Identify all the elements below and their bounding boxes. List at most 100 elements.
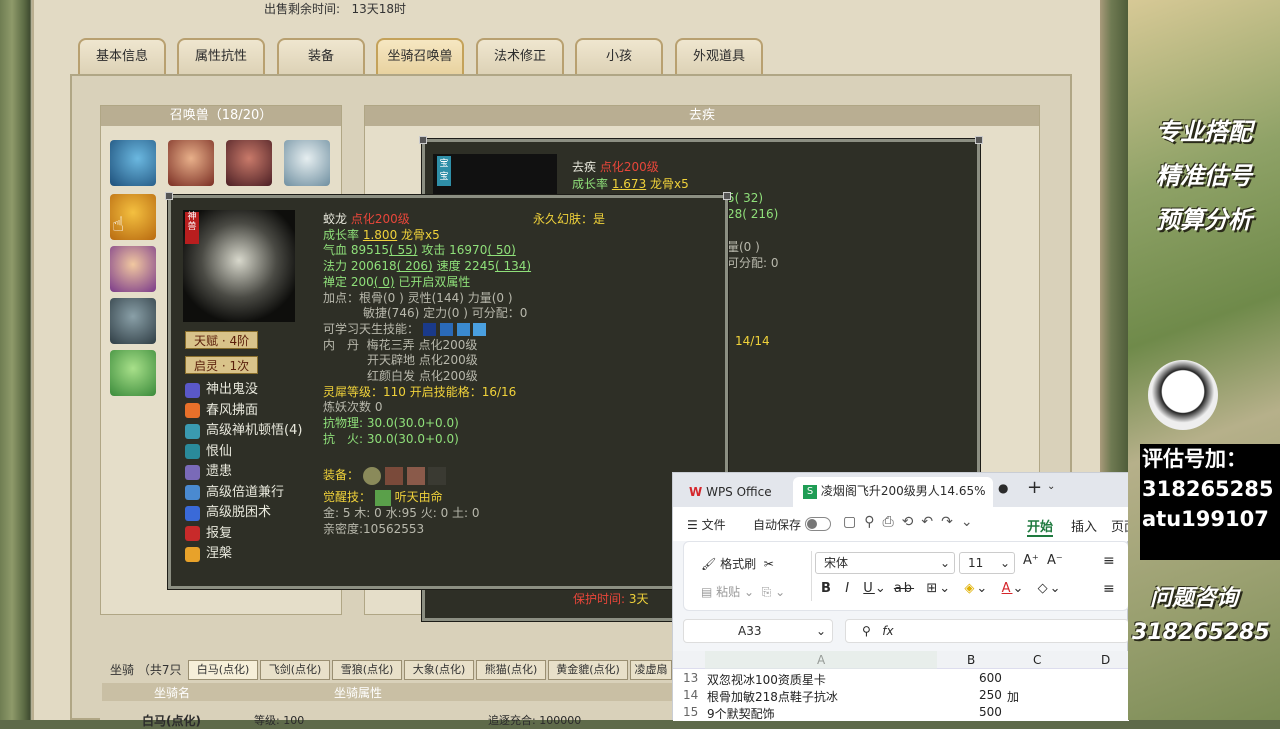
skill-item[interactable]: 恨仙 [185, 442, 325, 463]
equip-icon[interactable] [428, 466, 447, 485]
ribbon-tab-page[interactable]: 页面 [1111, 516, 1129, 535]
pet-skill-list: 神出鬼没 春风拂面 高级禅机顿悟(4) 恨仙 遗患 高级倍道兼行 高级脱困术 报… [185, 380, 325, 565]
mount-row-name: 白马(点化) [142, 714, 201, 728]
summon-avatar-2[interactable] [168, 140, 214, 186]
skill-item[interactable]: 神出鬼没 [185, 380, 325, 401]
new-tab-button[interactable]: + [1027, 477, 1042, 498]
tab-mounts-summons[interactable]: 坐骑召唤兽 [376, 38, 464, 74]
file-menu[interactable]: ☰ 文件 [687, 516, 726, 533]
tab-child[interactable]: 小孩 [575, 38, 663, 74]
mount-tab[interactable]: 白马(点化) [188, 660, 258, 680]
col-header[interactable]: C [1033, 653, 1041, 667]
mount-tab[interactable]: 凌虚扇 [630, 660, 672, 680]
skill-item[interactable]: 报复 [185, 524, 325, 545]
selected-pet-header: 去疾 [365, 106, 1039, 126]
skill-icon [185, 526, 200, 542]
format-painter-button[interactable]: 🖌 格式刷 ✂ [701, 555, 774, 572]
mounts-label: 坐骑 （共7只 [110, 663, 182, 677]
autosave-toggle[interactable] [805, 517, 831, 531]
tab-basic-info[interactable]: 基本信息 [78, 38, 166, 74]
mount-row-spirit: 追逐充合: 100000 [488, 714, 582, 727]
pet-stats: 蛟龙 点化200级 成长率 1.800 龙骨x5 气血 89515( 55) 攻… [323, 212, 532, 446]
skill-item[interactable]: 遗患 [185, 462, 325, 483]
quick-access-icons[interactable]: ▢⚲⎙⟲↶↷⌄ [843, 514, 981, 530]
skill-item[interactable]: 高级脱困术 [185, 503, 325, 524]
pet-portrait [183, 210, 295, 322]
summon-avatar-3[interactable] [226, 140, 272, 186]
mount-tab[interactable]: 飞剑(点化) [260, 660, 330, 680]
summon-avatar-4[interactable] [284, 140, 330, 186]
cell-a14[interactable]: 根骨加敏218点鞋子抗冰 [707, 688, 838, 705]
font-select[interactable]: 宋体 ⌄ [815, 552, 955, 574]
cell-a13[interactable]: 双忽视冰100资质星卡 [707, 671, 826, 688]
skill-item[interactable]: 高级倍道兼行 [185, 483, 325, 504]
ribbon-tab-home[interactable]: 开始 [1027, 516, 1054, 537]
summon-count-header: 召唤兽（18/20） [101, 106, 341, 126]
innate-skill-icon[interactable] [456, 322, 470, 336]
skill-item[interactable]: 高级禅机顿悟(4) [185, 421, 325, 442]
summon-avatar-6[interactable] [110, 246, 156, 292]
mount-tab[interactable]: 雪狼(点化) [332, 660, 402, 680]
innate-skill-icon[interactable] [422, 322, 436, 336]
elements: 金: 5 木: 0 水:95 火: 0 土: 0 [323, 506, 480, 520]
col-header[interactable]: D [1101, 653, 1110, 667]
cell-c14[interactable]: 加 [1007, 688, 1019, 705]
cell-b15[interactable]: 500 [979, 705, 1002, 719]
ad-line-1: 专业搭配 [1156, 118, 1252, 146]
equip-icon[interactable] [362, 466, 381, 485]
summon-avatar-8[interactable] [110, 350, 156, 396]
skill-icon [185, 423, 200, 439]
wps-home-tab[interactable]: W WPS Office [679, 479, 783, 505]
mount-row-level: 等级: 100 [254, 714, 305, 727]
tab-equipment[interactable]: 装备 [277, 38, 365, 74]
ad-line-2: 精准估号 [1156, 162, 1252, 190]
pet-badge: 神兽 [185, 212, 199, 244]
equip-icon[interactable] [384, 466, 403, 485]
equip-icon[interactable] [406, 466, 425, 485]
sale-time: 出售剩余时间: 13天18时 [264, 2, 407, 16]
consult-qq: 318265285 [1132, 620, 1270, 645]
mount-tab[interactable]: 熊猫(点化) [476, 660, 546, 680]
mount-tab[interactable]: 黄金貔(点化) [548, 660, 628, 680]
row-number[interactable]: 13 [683, 671, 698, 685]
ribbon-tab-insert[interactable]: 插入 [1071, 516, 1097, 535]
paste-button[interactable]: ▤ 粘贴 ⌄ ⎘ ⌄ [701, 583, 785, 600]
awaken-row: 觉醒技： 听天由命 [323, 489, 443, 506]
ad-panel [1128, 0, 1280, 720]
tab-appearance[interactable]: 外观道具 [675, 38, 763, 74]
panda-decoration [1148, 360, 1218, 430]
summon-avatar-7[interactable] [110, 298, 156, 344]
row-number[interactable]: 14 [683, 688, 698, 702]
tab-spell-mod[interactable]: 法术修正 [476, 38, 564, 74]
skill-icon [185, 464, 200, 480]
innate-skill-icon[interactable] [439, 322, 453, 336]
intimacy: 亲密度:10562553 [323, 522, 425, 536]
formula-bar[interactable]: ⚲ fx [845, 619, 1129, 643]
chevron-down-icon[interactable]: ⌄ [1047, 481, 1055, 492]
contact-box: 评估号加： 318265285 atu199107 [1140, 444, 1280, 560]
tab-attributes[interactable]: 属性抗性 [177, 38, 265, 74]
innate-skill-icon[interactable] [473, 322, 487, 336]
mount-col-attr: 坐骑属性 [334, 686, 383, 700]
cell-a15[interactable]: 9个默契配饰 [707, 705, 775, 722]
ad-line-3: 预算分析 [1156, 206, 1252, 234]
text-format-icons[interactable]: B I U⌄ ab ⊞⌄ ◈⌄ A⌄ ◇⌄ [821, 581, 1063, 596]
cell-b13[interactable]: 600 [979, 671, 1002, 685]
col-header[interactable]: B [967, 653, 975, 667]
wps-logo-icon: W [689, 485, 703, 499]
name-box[interactable]: A33 ⌄ [683, 619, 833, 643]
align-left-icon[interactable]: ≡ [1103, 581, 1115, 597]
cell-b14[interactable]: 250 [979, 688, 1002, 702]
skill-icon [185, 505, 200, 521]
summon-avatar-1[interactable] [110, 140, 156, 186]
row-number[interactable]: 15 [683, 705, 698, 719]
mount-tab[interactable]: 大象(点化) [404, 660, 474, 680]
consult-label: 问题咨询 [1150, 586, 1239, 611]
font-size-select[interactable]: 11 ⌄ [959, 552, 1015, 574]
align-icon[interactable]: ≡ [1103, 553, 1115, 569]
skill-item[interactable]: 涅槃 [185, 544, 325, 565]
pet-equip-row: 装备： [323, 466, 447, 485]
skill-item[interactable]: 春风拂面 [185, 401, 325, 422]
font-grow-shrink-icons[interactable]: A⁺ A⁻ [1023, 553, 1063, 568]
wps-document-tab[interactable]: S 凌烟阁飞升200级男人14.65% [793, 477, 993, 507]
